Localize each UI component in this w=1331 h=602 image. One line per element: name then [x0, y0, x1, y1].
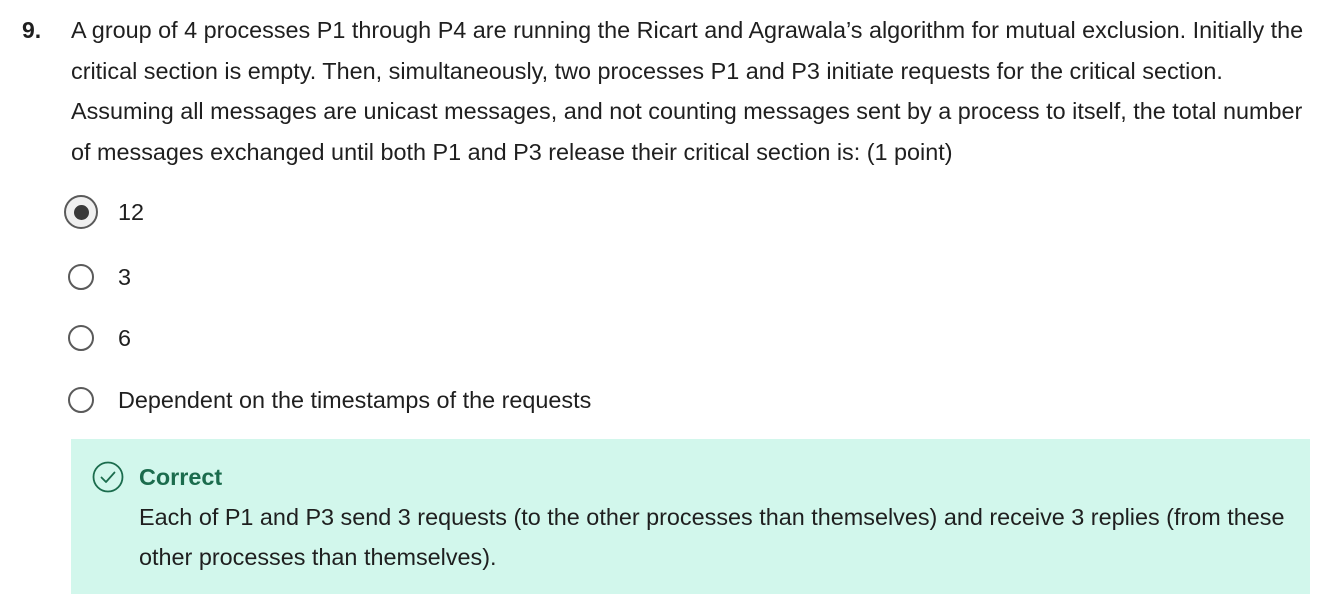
- check-circle-icon: [92, 461, 124, 493]
- feedback-panel: Correct Each of P1 and P3 send 3 request…: [71, 439, 1310, 594]
- radio-empty-icon[interactable]: [68, 264, 94, 290]
- option-6[interactable]: 6: [68, 318, 131, 358]
- option-label: 3: [118, 263, 132, 290]
- radio-empty-icon[interactable]: [68, 387, 94, 413]
- radio-empty-icon[interactable]: [68, 325, 94, 351]
- option-12[interactable]: 12: [64, 192, 145, 232]
- option-label: 12: [118, 198, 145, 225]
- radio-selected-icon[interactable]: [64, 195, 98, 229]
- feedback-status: Correct: [139, 464, 223, 490]
- question-text: A group of 4 processes P1 through P4 are…: [71, 17, 1304, 165]
- option-label: Dependent on the timestamps of the reque…: [118, 386, 592, 413]
- question-number: 9.: [22, 17, 42, 43]
- option-label: 6: [118, 324, 132, 351]
- option-3[interactable]: 3: [68, 257, 131, 297]
- option-dependent[interactable]: Dependent on the timestamps of the reque…: [68, 380, 591, 420]
- feedback-explanation: Each of P1 and P3 send 3 requests (to th…: [139, 504, 1285, 570]
